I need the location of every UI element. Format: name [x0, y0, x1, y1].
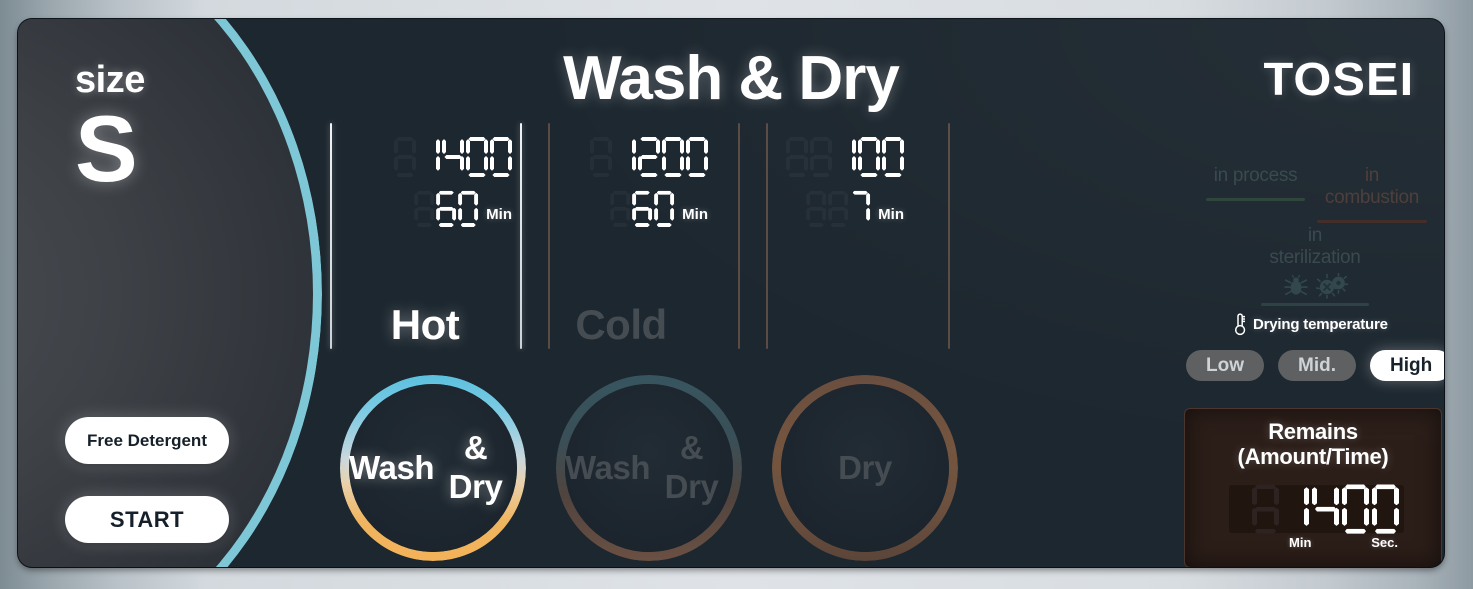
seven-segment-digit-ghost — [810, 137, 832, 177]
program-readout: Min — [590, 129, 708, 227]
remains-title-line2: (Amount/Time) — [1237, 443, 1389, 469]
remains-title: Remains (Amount/Time) — [1185, 409, 1441, 469]
status-in-combustion-bar — [1317, 220, 1427, 223]
seven-segment-digit — [662, 137, 684, 177]
program-column-3[interactable]: Min — [722, 123, 912, 349]
free-detergent-label: Free Detergent — [87, 430, 207, 450]
drying-temperature-options: Low Mid. High — [1186, 350, 1444, 381]
time-unit-label: Min — [878, 206, 904, 223]
column-divider — [330, 123, 332, 349]
seven-segment-digit — [1342, 484, 1369, 533]
seven-segment-digit-ghost — [590, 137, 612, 177]
seven-segment-digit — [1312, 484, 1339, 533]
seven-segment-digit-ghost — [414, 191, 434, 227]
cycle-buttons: Wash & Dry Wash & Dry Dry — [340, 375, 960, 561]
seven-segment-digit — [418, 137, 440, 177]
seven-segment-digit-ghost — [610, 191, 630, 227]
amount-display — [590, 129, 708, 177]
remains-units: Min Sec. — [1229, 535, 1404, 551]
program-column-2[interactable]: Min Cold — [526, 123, 716, 349]
seven-segment-digit-ghost — [806, 191, 826, 227]
seven-segment-digit — [834, 137, 856, 177]
remains-unit-sec: Sec. — [1371, 535, 1398, 550]
seven-segment-digit — [632, 191, 652, 227]
seven-segment-digit — [1372, 484, 1399, 533]
remains-digital-display — [1229, 485, 1404, 533]
thermometer-icon — [1234, 313, 1246, 336]
program-column-1[interactable]: Min Hot — [330, 123, 520, 349]
drying-temperature-label: Drying temperature — [1253, 315, 1388, 333]
seven-segment-digit — [1282, 484, 1309, 533]
free-detergent-button[interactable]: Free Detergent — [65, 417, 229, 464]
status-in-sterilization-bar — [1261, 303, 1369, 306]
start-button[interactable]: START — [65, 496, 229, 543]
temp-option-mid[interactable]: Mid. — [1278, 350, 1356, 381]
time-display: Min — [786, 187, 904, 227]
temp-option-high[interactable]: High — [1370, 350, 1444, 381]
amount-display — [786, 129, 904, 177]
column-divider — [548, 123, 550, 349]
seven-segment-digit-ghost — [1252, 484, 1279, 533]
seven-segment-digit — [614, 137, 636, 177]
program-readout: Min — [394, 129, 512, 227]
seven-segment-digit — [436, 191, 456, 227]
seven-segment-digit — [882, 137, 904, 177]
seven-segment-digit — [686, 137, 708, 177]
cycle-button-3[interactable]: Dry — [772, 375, 958, 561]
sterilization-icons — [1261, 273, 1369, 299]
control-panel: size S Wash & Dry TOSEI Min Hot Min Cold Min… — [18, 19, 1444, 567]
column-divider — [738, 123, 740, 349]
program-columns: Min Hot Min Cold Min — [330, 123, 950, 349]
seven-segment-digit-ghost — [786, 137, 808, 177]
status-in-process: in process — [1206, 165, 1305, 201]
start-label: START — [109, 506, 185, 532]
seven-segment-digit — [638, 137, 660, 177]
cycle-button-label: Dry — [781, 384, 949, 552]
status-in-sterilization: in sterilization — [1261, 225, 1369, 306]
cycle-button-label: Wash & Dry — [565, 384, 733, 552]
program-readout: Min — [786, 129, 904, 227]
size-value: S — [75, 96, 138, 201]
mite-icon — [1283, 274, 1308, 296]
remains-title-line1: Remains — [1268, 419, 1358, 444]
machine-bezel: size S Wash & Dry TOSEI Min Hot Min Cold Min… — [0, 0, 1473, 589]
column-divider — [766, 123, 768, 349]
status-in-process-label: in process — [1213, 165, 1298, 186]
seven-segment-digit — [850, 191, 870, 227]
time-display: Min — [394, 187, 512, 227]
seven-segment-digit — [858, 137, 880, 177]
program-mode-label: Cold — [575, 301, 667, 348]
cycle-button-label: Wash & Dry — [349, 384, 517, 552]
status-in-combustion: in combustion — [1317, 165, 1427, 223]
seven-segment-digit — [490, 137, 512, 177]
cycle-button-2[interactable]: Wash & Dry — [556, 375, 742, 561]
status-in-combustion-label: in combustion — [1324, 165, 1420, 208]
column-divider — [948, 123, 950, 349]
page-title: Wash & Dry — [563, 44, 900, 113]
seven-segment-digit — [654, 191, 674, 227]
brand-logo: TOSEI — [1263, 53, 1414, 105]
time-unit-label: Min — [486, 206, 512, 223]
remains-unit-min: Min — [1289, 535, 1312, 550]
seven-segment-digit — [442, 137, 464, 177]
cycle-button-1[interactable]: Wash & Dry — [340, 375, 526, 561]
drying-temperature-header: Drying temperature — [1230, 312, 1388, 336]
seven-segment-digit-ghost — [828, 191, 848, 227]
seven-segment-digit — [466, 137, 488, 177]
seven-segment-digit — [458, 191, 478, 227]
temp-option-low[interactable]: Low — [1186, 350, 1264, 381]
time-display: Min — [590, 187, 708, 227]
time-unit-label: Min — [682, 206, 708, 223]
status-in-sterilization-label: in sterilization — [1269, 225, 1361, 268]
bacteria-icon — [1315, 273, 1348, 299]
column-divider — [520, 123, 522, 349]
amount-display — [394, 129, 512, 177]
status-in-process-bar — [1206, 198, 1305, 201]
program-mode-label: Hot — [390, 301, 460, 348]
seven-segment-digit-ghost — [394, 137, 416, 177]
remains-panel: Remains (Amount/Time) Min Sec. — [1184, 408, 1442, 567]
